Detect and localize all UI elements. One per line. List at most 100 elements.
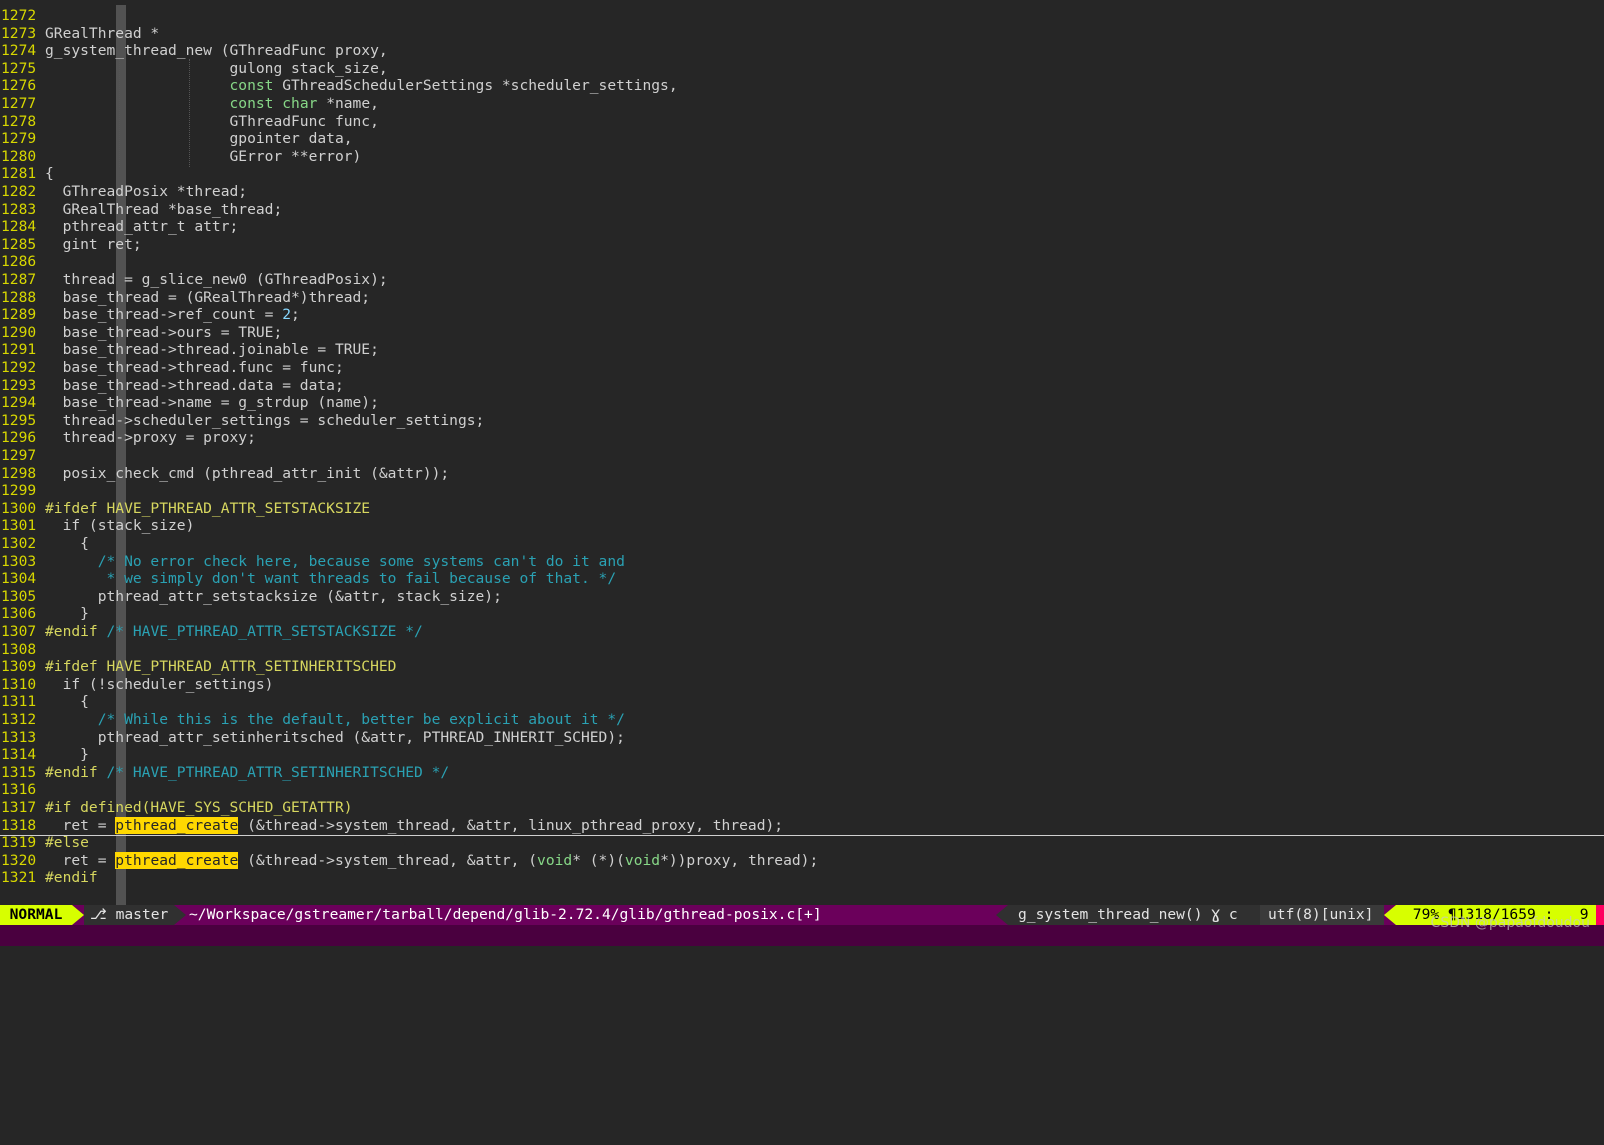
code-line[interactable]: 1313 pthread_attr_setinheritsched (&attr… [0, 729, 1604, 747]
code-line[interactable]: 1287 thread = g_slice_new0 (GThreadPosix… [0, 271, 1604, 289]
code-line[interactable]: 1277 const char *name, [0, 95, 1604, 113]
code-line[interactable]: 1276 const GThreadSchedulerSettings *sch… [0, 77, 1604, 95]
line-code: thread->scheduler_settings = scheduler_s… [45, 411, 485, 429]
code-line[interactable]: 1303 /* No error check here, because som… [0, 553, 1604, 571]
line-code: base_thread->thread.func = func; [45, 359, 344, 376]
line-number: 1310 [1, 675, 37, 693]
line-number: 1287 [1, 271, 37, 288]
code-line[interactable]: 1291 base_thread->thread.joinable = TRUE… [0, 341, 1604, 359]
line-code: #ifdef HAVE_PTHREAD_ATTR_SETSTACKSIZE [45, 499, 371, 517]
line-code: base_thread->ours = TRUE; [45, 323, 283, 341]
code-line[interactable]: 1319 #else [0, 834, 1604, 852]
code-line[interactable]: 1280 GError **error) [0, 148, 1604, 166]
line-code: posix_check_cmd (pthread_attr_init (&att… [45, 464, 450, 482]
line-code: { [45, 165, 54, 183]
code-line[interactable]: 1288 base_thread = (GRealThread*)thread; [0, 289, 1604, 307]
line-number: 1286 [1, 253, 37, 271]
code-line[interactable]: 1292 base_thread->thread.func = func; [0, 359, 1604, 377]
code-line[interactable]: 1299 [0, 482, 1604, 500]
line-number: 1312 [1, 711, 37, 728]
git-branch: ⎇ master [84, 905, 174, 925]
line-code: GThreadPosix *thread; [45, 183, 248, 200]
line-code: #endif /* HAVE_PTHREAD_ATTR_SETSTACKSIZE… [45, 623, 423, 640]
code-line[interactable]: 1317 #if defined(HAVE_SYS_SCHED_GETATTR) [0, 799, 1604, 817]
code-line[interactable]: 1315 #endif /* HAVE_PTHREAD_ATTR_SETINHER… [0, 764, 1604, 782]
code-line[interactable]: 1278 GThreadFunc func, [0, 113, 1604, 131]
code-line[interactable]: 1312 /* While this is the default, bette… [0, 711, 1604, 729]
code-line[interactable]: 1314 } [0, 746, 1604, 764]
line-number: 1272 [1, 7, 37, 24]
code-line[interactable]: 1296 thread->proxy = proxy; [0, 429, 1604, 447]
code-line[interactable]: 1301 if (stack_size) [0, 517, 1604, 535]
code-line[interactable]: 1300 #ifdef HAVE_PTHREAD_ATTR_SETSTACKSIZ… [0, 500, 1604, 518]
line-number: 1292 [1, 359, 37, 376]
watermark: CSDN @papaofdoudou [1430, 915, 1590, 931]
line-number: 1307 [1, 623, 37, 640]
line-number: 1303 [1, 552, 37, 570]
line-number: 1311 [1, 693, 37, 711]
code-line[interactable]: 1309 #ifdef HAVE_PTHREAD_ATTR_SETINHERITS… [0, 658, 1604, 676]
code-line[interactable]: 1275 gulong stack_size, [0, 60, 1604, 78]
code-line[interactable]: 1297 [0, 447, 1604, 465]
line-number: 1319 [1, 834, 37, 852]
code-line[interactable]: 1286 [0, 253, 1604, 271]
line-number: 1302 [1, 535, 37, 552]
code-line[interactable]: 1298 posix_check_cmd (pthread_attr_init … [0, 465, 1604, 483]
code-line[interactable]: 1272 [0, 7, 1604, 25]
line-code: GThreadFunc func, [45, 112, 379, 130]
line-code: const GThreadSchedulerSettings *schedule… [229, 77, 678, 95]
code-line[interactable]: 1295 thread->scheduler_settings = schedu… [0, 412, 1604, 430]
line-number: 1314 [1, 746, 37, 764]
code-line[interactable]: 1293 base_thread->thread.data = data; [0, 377, 1604, 395]
line-number: 1315 [1, 763, 37, 781]
line-code: g_system_thread_new (GThreadFunc proxy, [45, 42, 388, 60]
code-line[interactable]: 1274 g_system_thread_new (GThreadFunc pro… [0, 42, 1604, 60]
line-number: 1276 [1, 77, 37, 95]
code-line[interactable]: 1282 GThreadPosix *thread; [0, 183, 1604, 201]
line-number: 1290 [1, 323, 37, 341]
code-line[interactable]: 1281 { [0, 165, 1604, 183]
line-number: 1293 [1, 376, 37, 394]
command-line[interactable] [0, 925, 1604, 946]
line-number: 1301 [1, 517, 37, 535]
line-code: if (stack_size) [45, 517, 195, 535]
code-line[interactable]: 1305 pthread_attr_setstacksize (&attr, s… [0, 588, 1604, 606]
line-code: /* No error check here, because some sys… [97, 552, 625, 570]
code-line[interactable]: 1290 base_thread->ours = TRUE; [0, 324, 1604, 342]
line-code: base_thread = (GRealThread*)thread; [45, 288, 371, 306]
code-line[interactable]: 1283 GRealThread *base_thread; [0, 201, 1604, 219]
code-line[interactable]: 1311 { [0, 693, 1604, 711]
code-line[interactable]: 1302 { [0, 535, 1604, 553]
code-line[interactable]: 1320 ret = pthread_create (&thread->syst… [0, 851, 1604, 870]
code-line[interactable]: 1279 gpointer data, [0, 130, 1604, 148]
line-number: 1318 [1, 816, 37, 834]
code-line[interactable]: 1304 * we simply don't want threads to f… [0, 570, 1604, 588]
line-code: } [45, 746, 89, 764]
line-number: 1275 [1, 59, 37, 77]
code-line[interactable]: 1308 [0, 641, 1604, 659]
line-number: 1282 [1, 183, 37, 200]
file-encoding: utf(8)[unix] [1260, 905, 1384, 925]
line-number: 1280 [1, 147, 37, 165]
line-number: 1306 [1, 605, 37, 623]
line-number: 1308 [1, 640, 37, 658]
line-number: 1289 [1, 306, 37, 324]
code-line[interactable]: 1273 GRealThread * [0, 25, 1604, 43]
code-line[interactable]: 1285 gint ret; [0, 236, 1604, 254]
code-line[interactable]: 1310 if (!scheduler_settings) [0, 676, 1604, 694]
code-line[interactable]: 1307 #endif /* HAVE_PTHREAD_ATTR_SETSTACK… [0, 623, 1604, 641]
code-line[interactable]: 1321 #endif [0, 869, 1604, 887]
code-line[interactable]: 1294 base_thread->name = g_strdup (name)… [0, 394, 1604, 412]
code-line[interactable]: 1289 base_thread->ref_count = 2; [0, 306, 1604, 324]
separator-arrow [72, 905, 84, 925]
line-code: #else [45, 834, 89, 852]
line-code: pthread_attr_setstacksize (&attr, stack_… [45, 587, 502, 605]
line-code: thread = g_slice_new0 (GThreadPosix); [45, 271, 388, 288]
code-line-current[interactable]: 1318 ret = pthread_create (&thread->syst… [0, 816, 1604, 836]
code-line[interactable]: 1316 [0, 781, 1604, 799]
code-editor[interactable]: 1272 1273 GRealThread * 1274 g_system_thread… [0, 5, 1604, 905]
line-code: gulong stack_size, [45, 59, 388, 77]
line-number: 1297 [1, 447, 37, 464]
code-line[interactable]: 1284 pthread_attr_t attr; [0, 218, 1604, 236]
code-line[interactable]: 1306 } [0, 605, 1604, 623]
